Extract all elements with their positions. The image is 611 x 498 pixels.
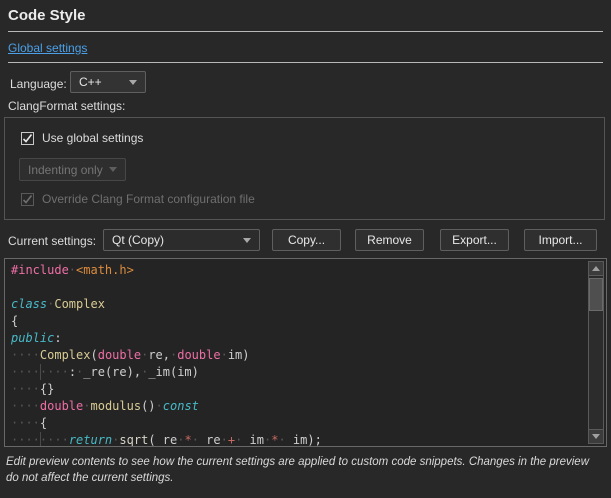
current-settings-dropdown[interactable]: Qt (Copy)	[103, 229, 260, 251]
clangformat-mode-dropdown: Indenting only	[19, 158, 126, 181]
vertical-scrollbar[interactable]	[588, 261, 604, 444]
copy-button[interactable]: Copy...	[272, 229, 341, 251]
current-settings-label: Current settings:	[8, 234, 96, 248]
language-dropdown[interactable]: C++	[70, 71, 146, 93]
code-line: ········return·sqrt(_re·*·_re·+·_im·*·_i…	[11, 432, 586, 447]
chevron-down-icon	[109, 167, 117, 172]
export-button[interactable]: Export...	[440, 229, 509, 251]
link-divider	[8, 62, 603, 63]
code-line: ········:·_re(re),·_im(im)	[11, 364, 586, 381]
title-divider	[8, 31, 603, 32]
checkbox-checked-icon	[21, 132, 34, 145]
current-settings-value: Qt (Copy)	[112, 233, 164, 247]
use-global-settings-checkbox[interactable]: Use global settings	[21, 131, 143, 145]
clangformat-mode-value: Indenting only	[28, 163, 103, 177]
code-line	[11, 279, 586, 296]
scroll-down-button[interactable]	[589, 429, 603, 443]
code-line: ····Complex(double·re,·double·im)	[11, 347, 586, 364]
clangformat-groupbox: Use global settings Indenting only Overr…	[4, 117, 605, 220]
override-clang-format-checkbox: Override Clang Format configuration file	[21, 192, 255, 206]
override-clang-format-label: Override Clang Format configuration file	[42, 192, 255, 206]
preview-help-note: Edit preview contents to see how the cur…	[6, 454, 606, 486]
scroll-up-button[interactable]	[589, 262, 603, 276]
code-line: public:	[11, 330, 586, 347]
code-line: class·Complex	[11, 296, 586, 313]
global-settings-link[interactable]: Global settings	[8, 41, 87, 55]
preview-help-note-line1: Edit preview contents to see how the cur…	[6, 454, 606, 470]
arrow-down-icon	[592, 434, 600, 439]
code-line: ····{}	[11, 381, 586, 398]
remove-button[interactable]: Remove	[355, 229, 424, 251]
chevron-down-icon	[129, 80, 137, 85]
language-dropdown-value: C++	[79, 75, 102, 89]
code-line: #include·<math.h>	[11, 262, 586, 279]
chevron-down-icon	[243, 238, 251, 243]
code-line: ····double·modulus()·const	[11, 398, 586, 415]
checkbox-checked-icon	[21, 193, 34, 206]
code-line: {	[11, 313, 586, 330]
language-label: Language:	[10, 77, 67, 91]
code-style-settings-page: Code Style Global settings Language: C++…	[0, 0, 611, 498]
preview-help-note-line2: do not affect the current settings.	[6, 470, 606, 486]
code-content: #include·<math.h> class·Complex{public:·…	[11, 262, 586, 447]
import-button[interactable]: Import...	[524, 229, 597, 251]
code-preview-editor[interactable]: #include·<math.h> class·Complex{public:·…	[4, 258, 607, 447]
page-title: Code Style	[8, 7, 86, 24]
use-global-settings-label: Use global settings	[42, 131, 143, 145]
code-line: ····{	[11, 415, 586, 432]
clangformat-group-label: ClangFormat settings:	[8, 99, 125, 113]
arrow-up-icon	[592, 266, 600, 271]
scrollbar-thumb[interactable]	[589, 278, 603, 311]
